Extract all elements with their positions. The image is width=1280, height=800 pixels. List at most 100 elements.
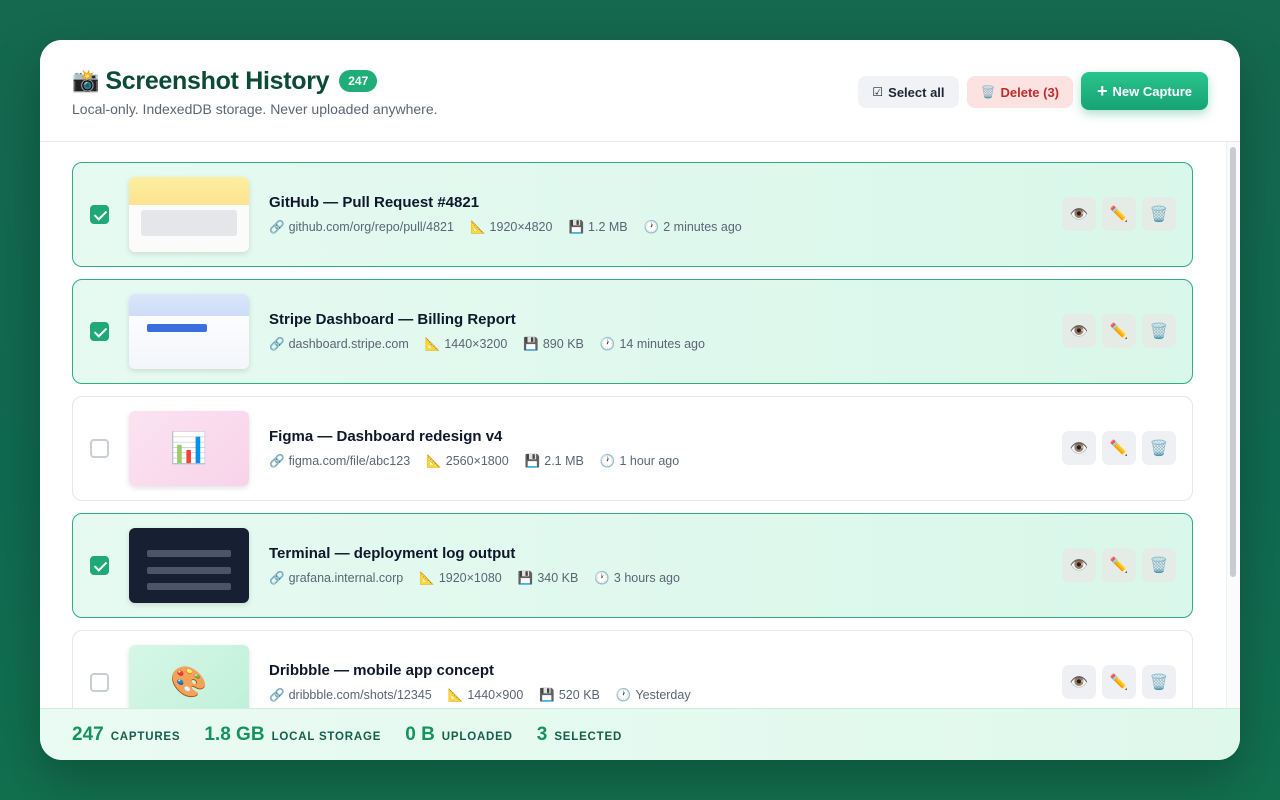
capture-thumbnail[interactable] (129, 177, 249, 252)
row-checkbox[interactable] (90, 673, 109, 692)
capture-row[interactable]: 🎨 Dribbble — mobile app concept 🔗 dribbbl… (72, 630, 1193, 708)
stat-value: 3 (536, 723, 548, 745)
capture-list[interactable]: GitHub — Pull Request #4821 🔗 github.com/… (40, 142, 1240, 708)
camera-flash-icon: 📸 (72, 68, 100, 93)
view-button[interactable]: 👁️ (1062, 665, 1096, 699)
trash-icon: 🗑️ (1149, 674, 1169, 691)
scrollbar-thumb[interactable] (1230, 147, 1236, 577)
capture-meta: 🔗 dribbble.com/shots/12345 📐 1440×900 💾 520… (269, 688, 707, 703)
trash-icon: 🗑️ (1149, 206, 1169, 223)
delete-button[interactable]: 🗑️ (1142, 548, 1176, 582)
view-button[interactable]: 👁️ (1062, 431, 1096, 465)
meta-dimensions-text: 1920×4820 (489, 220, 553, 234)
meta-filesize: 💾 520 KB (539, 688, 600, 703)
link-icon: 🔗 (269, 454, 285, 468)
meta-dimensions: 📐 2560×1800 (426, 454, 509, 469)
thumb-band (129, 177, 249, 205)
clock-icon: 🕐 (599, 454, 616, 468)
meta-time-text: 2 minutes ago (663, 220, 742, 234)
meta-dimensions: 📐 1440×3200 (425, 337, 508, 352)
meta-dimensions-text: 1440×3200 (444, 337, 508, 351)
ruler-icon: 📐 (469, 220, 486, 234)
pencil-icon: ✏️ (1109, 440, 1129, 457)
capture-row[interactable]: GitHub — Pull Request #4821 🔗 github.com/… (72, 162, 1193, 267)
capture-thumbnail[interactable]: 🎨 (129, 645, 249, 708)
meta-dimensions-text: 1440×900 (467, 688, 524, 702)
capture-meta: 🔗 dashboard.stripe.com 📐 1440×3200 💾 890 KB… (269, 337, 721, 352)
select-all-label: Select all (888, 84, 945, 100)
floppy-disk-icon: 💾 (523, 337, 539, 351)
stat-captures: 247 CAPTURES (72, 724, 180, 746)
capture-thumbnail[interactable] (129, 528, 249, 603)
delete-button[interactable]: 🗑️ (1142, 665, 1176, 699)
edit-button[interactable]: ✏️ (1102, 548, 1136, 582)
pencil-icon: ✏️ (1109, 674, 1129, 691)
row-actions: 👁️ ✏️ 🗑️ (1056, 431, 1176, 465)
stat-label: LOCAL STORAGE (271, 730, 382, 743)
capture-row[interactable]: Terminal — deployment log output 🔗 grafan… (72, 513, 1193, 618)
delete-selected-label: Delete (3) (1000, 84, 1060, 100)
edit-button[interactable]: ✏️ (1102, 314, 1136, 348)
stat-value: 0 B (405, 723, 435, 745)
view-button[interactable]: 👁️ (1062, 548, 1096, 582)
meta-time: 🕐 3 hours ago (594, 571, 680, 586)
delete-button[interactable]: 🗑️ (1142, 431, 1176, 465)
view-button[interactable]: 👁️ (1062, 314, 1096, 348)
delete-button[interactable]: 🗑️ (1142, 197, 1176, 231)
meta-filesize: 💾 1.2 MB (568, 220, 627, 235)
meta-dimensions: 📐 1440×900 (448, 688, 524, 703)
eye-icon: 👁️ (1069, 557, 1089, 574)
thumb-emoji-icon: 🎨 (170, 666, 208, 699)
stat-label: UPLOADED (441, 730, 513, 743)
edit-button[interactable]: ✏️ (1102, 665, 1136, 699)
row-checkbox[interactable] (90, 205, 109, 224)
ruler-icon: 📐 (419, 571, 435, 585)
delete-selected-button[interactable]: 🗑️ Delete (3) (966, 76, 1074, 108)
meta-filesize-text: 340 KB (537, 571, 579, 585)
meta-url-text: github.com/org/repo/pull/4821 (288, 220, 454, 234)
stat-label: CAPTURES (110, 730, 181, 743)
pencil-icon: ✏️ (1109, 323, 1129, 340)
capture-thumbnail[interactable] (129, 294, 249, 369)
floppy-disk-icon: 💾 (568, 220, 585, 234)
meta-time: 🕐 14 minutes ago (600, 337, 705, 352)
capture-thumbnail[interactable]: 📊 (129, 411, 249, 486)
row-actions: 👁️ ✏️ 🗑️ (1056, 548, 1176, 582)
new-capture-button[interactable]: + New Capture (1081, 72, 1208, 110)
trash-icon: 🗑️ (1149, 323, 1169, 340)
meta-dimensions: 📐 1920×1080 (419, 571, 502, 586)
row-actions: 👁️ ✏️ 🗑️ (1056, 314, 1176, 348)
meta-filesize-text: 520 KB (558, 688, 600, 702)
plus-icon: + (1097, 81, 1108, 101)
ruler-icon: 📐 (424, 337, 441, 351)
eye-icon: 👁️ (1069, 206, 1089, 223)
thumb-emoji-icon: 📊 (170, 432, 208, 465)
row-actions: 👁️ ✏️ 🗑️ (1056, 665, 1176, 699)
row-checkbox[interactable] (90, 439, 109, 458)
floppy-disk-icon: 💾 (517, 571, 534, 585)
edit-button[interactable]: ✏️ (1102, 431, 1136, 465)
meta-time: 🕐 2 minutes ago (644, 220, 742, 235)
meta-filesize-text: 1.2 MB (588, 220, 628, 234)
meta-filesize: 💾 340 KB (518, 571, 579, 586)
view-button[interactable]: 👁️ (1062, 197, 1096, 231)
eye-icon: 👁️ (1069, 440, 1089, 457)
page-title: Screenshot History (105, 67, 330, 95)
capture-row[interactable]: 📊 Figma — Dashboard redesign v4 🔗 figma.c… (72, 396, 1193, 501)
row-checkbox[interactable] (90, 556, 109, 575)
meta-url-text: figma.com/file/abc123 (288, 454, 411, 468)
ruler-icon: 📐 (447, 688, 464, 702)
delete-button[interactable]: 🗑️ (1142, 314, 1176, 348)
clock-icon: 🕐 (594, 571, 610, 585)
meta-dimensions: 📐 1920×4820 (470, 220, 553, 235)
link-icon: 🔗 (269, 571, 285, 585)
capture-row[interactable]: Stripe Dashboard — Billing Report 🔗 dashb… (72, 279, 1193, 384)
clock-icon: 🕐 (599, 337, 616, 351)
title-row: 📸 Screenshot History 247 (72, 66, 378, 96)
meta-time-text: 1 hour ago (619, 454, 680, 468)
thumb-band (129, 294, 249, 316)
row-checkbox[interactable] (90, 322, 109, 341)
select-all-button[interactable]: ☑ Select all (858, 76, 959, 108)
edit-button[interactable]: ✏️ (1102, 197, 1136, 231)
clock-icon: 🕐 (643, 220, 660, 234)
